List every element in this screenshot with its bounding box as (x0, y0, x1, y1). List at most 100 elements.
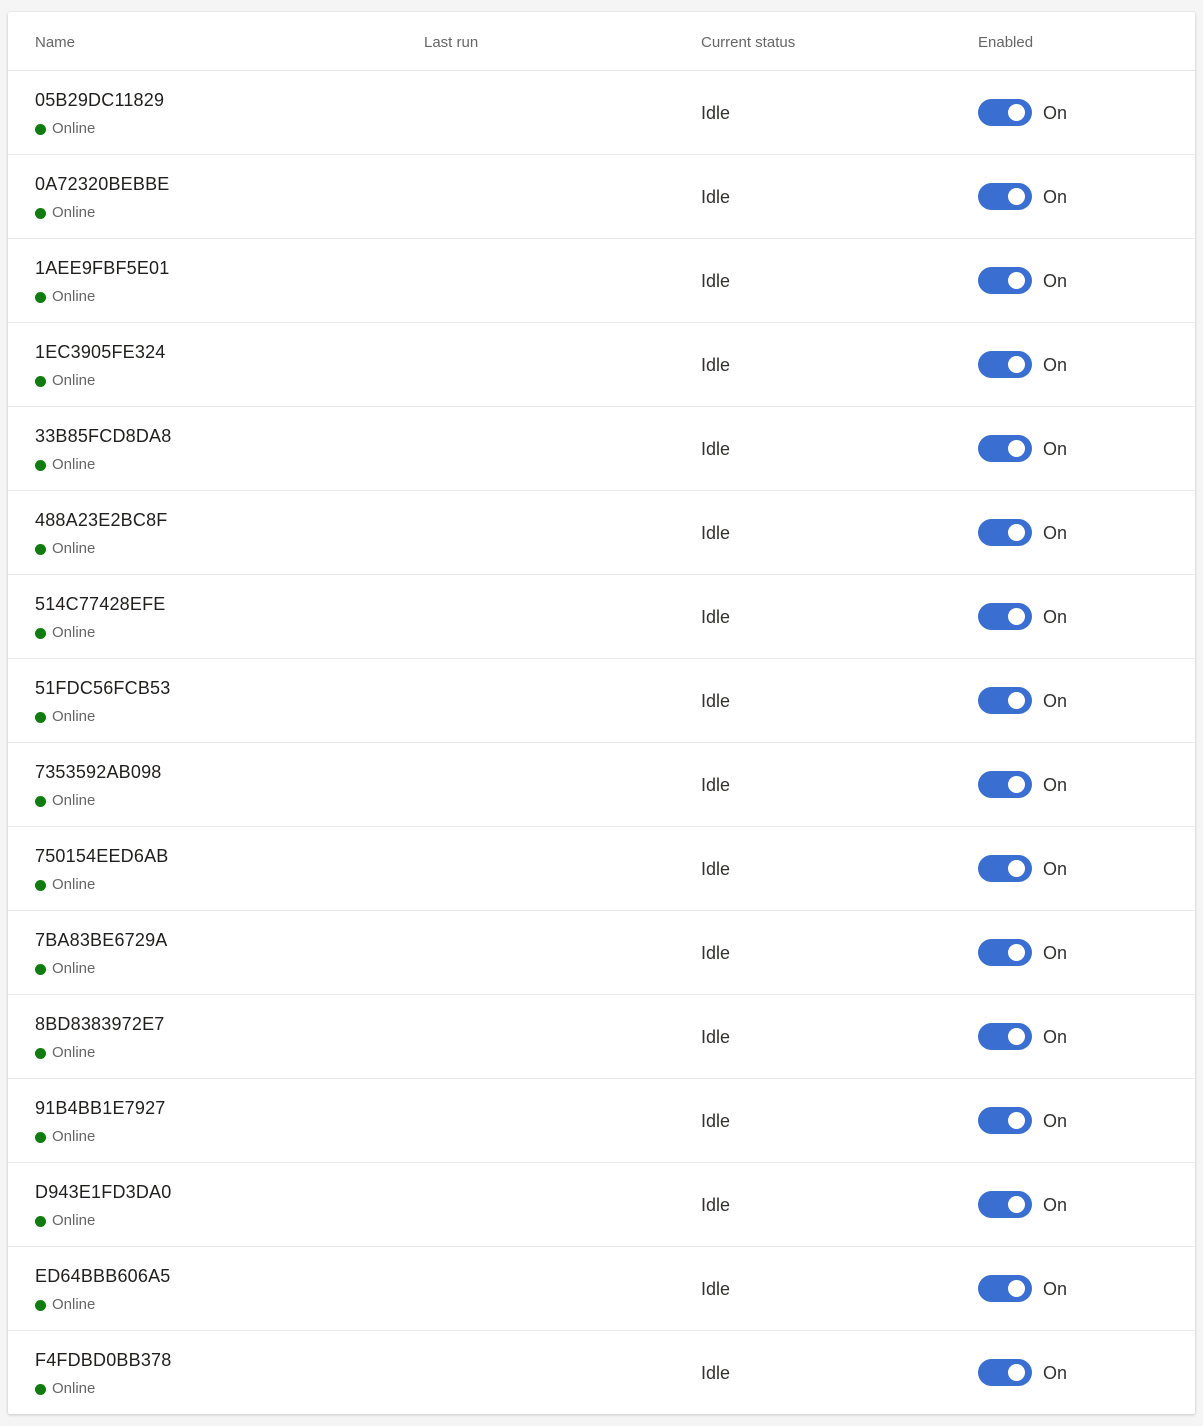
enabled-toggle[interactable]: On (978, 1191, 1067, 1218)
agent-name[interactable]: 05B29DC11829 (35, 89, 164, 111)
enabled-toggle-label: On (1043, 438, 1068, 459)
enabled-toggle[interactable]: On (978, 855, 1067, 882)
table-row[interactable]: D943E1FD3DA0 Online Idle On (8, 1163, 1195, 1247)
column-header-enabled[interactable]: Enabled (978, 34, 1033, 52)
agent-name[interactable]: 91B4BB1E7927 (35, 1097, 166, 1119)
table-row[interactable]: 1EC3905FE324 Online Idle On (8, 323, 1195, 407)
agent-name[interactable]: ED64BBB606A5 (35, 1265, 171, 1287)
enabled-toggle-label: On (1043, 1110, 1068, 1131)
table-row[interactable]: 91B4BB1E7927 Online Idle On (8, 1079, 1195, 1163)
enabled-toggle-label: On (1043, 606, 1068, 627)
enabled-toggle-label: On (1043, 690, 1068, 711)
connection-status: Online (35, 876, 95, 894)
toggle-knob-icon (1008, 1196, 1025, 1213)
enabled-toggle[interactable]: On (978, 267, 1067, 294)
table-row[interactable]: 51FDC56FCB53 Online Idle On (8, 659, 1195, 743)
enabled-toggle[interactable]: On (978, 1107, 1067, 1134)
online-status-dot-icon (35, 123, 46, 135)
column-header-current-status[interactable]: Current status (701, 34, 795, 52)
agent-name[interactable]: 488A23E2BC8F (35, 509, 168, 531)
enabled-toggle[interactable]: On (978, 99, 1067, 126)
agent-name[interactable]: 33B85FCD8DA8 (35, 425, 171, 447)
table-body: 05B29DC11829 Online Idle On 0A72320BEBBE… (8, 71, 1195, 1414)
agent-name[interactable]: 8BD8383972E7 (35, 1013, 165, 1035)
column-header-last-run[interactable]: Last run (424, 34, 478, 52)
toggle-switch[interactable] (978, 1107, 1032, 1134)
toggle-switch[interactable] (978, 99, 1032, 126)
toggle-switch[interactable] (978, 771, 1032, 798)
toggle-switch[interactable] (978, 1359, 1032, 1386)
toggle-switch[interactable] (978, 351, 1032, 378)
enabled-toggle[interactable]: On (978, 603, 1067, 630)
online-status-dot-icon (35, 711, 46, 723)
connection-status: Online (35, 1128, 95, 1146)
enabled-toggle[interactable]: On (978, 939, 1067, 966)
enabled-toggle[interactable]: On (978, 435, 1067, 462)
table-row[interactable]: ED64BBB606A5 Online Idle On (8, 1247, 1195, 1331)
enabled-toggle[interactable]: On (978, 1023, 1067, 1050)
agent-name[interactable]: D943E1FD3DA0 (35, 1181, 171, 1203)
agent-name[interactable]: 7BA83BE6729A (35, 929, 168, 951)
online-status-dot-icon (35, 795, 46, 807)
table-row[interactable]: 0A72320BEBBE Online Idle On (8, 155, 1195, 239)
toggle-switch[interactable] (978, 603, 1032, 630)
table-row[interactable]: F4FDBD0BB378 Online Idle On (8, 1331, 1195, 1414)
agent-name[interactable]: 514C77428EFE (35, 593, 166, 615)
toggle-switch[interactable] (978, 519, 1032, 546)
toggle-switch[interactable] (978, 1023, 1032, 1050)
connection-status-label: Online (52, 540, 96, 557)
online-status-dot-icon (35, 1131, 46, 1143)
agent-name[interactable]: 0A72320BEBBE (35, 173, 170, 195)
enabled-toggle-label: On (1043, 270, 1068, 291)
online-status-dot-icon (35, 627, 46, 639)
enabled-toggle[interactable]: On (978, 183, 1067, 210)
table-row[interactable]: 7353592AB098 Online Idle On (8, 743, 1195, 827)
toggle-switch[interactable] (978, 855, 1032, 882)
online-status-dot-icon (35, 291, 46, 303)
connection-status: Online (35, 1044, 95, 1062)
toggle-switch[interactable] (978, 1191, 1032, 1218)
enabled-toggle[interactable]: On (978, 519, 1067, 546)
enabled-toggle[interactable]: On (978, 351, 1067, 378)
connection-status: Online (35, 1380, 95, 1398)
toggle-knob-icon (1008, 104, 1025, 121)
table-row[interactable]: 05B29DC11829 Online Idle On (8, 71, 1195, 155)
toggle-switch[interactable] (978, 267, 1032, 294)
agent-name[interactable]: F4FDBD0BB378 (35, 1349, 171, 1371)
current-status: Idle (701, 775, 731, 795)
toggle-knob-icon (1008, 524, 1025, 541)
toggle-switch[interactable] (978, 1275, 1032, 1302)
table-row[interactable]: 750154EED6AB Online Idle On (8, 827, 1195, 911)
toggle-switch[interactable] (978, 687, 1032, 714)
table-row[interactable]: 1AEE9FBF5E01 Online Idle On (8, 239, 1195, 323)
agent-name[interactable]: 1AEE9FBF5E01 (35, 257, 169, 279)
table-row[interactable]: 514C77428EFE Online Idle On (8, 575, 1195, 659)
connection-status-label: Online (52, 1380, 96, 1397)
agent-name[interactable]: 750154EED6AB (35, 845, 169, 867)
enabled-toggle-label: On (1043, 522, 1068, 543)
enabled-toggle[interactable]: On (978, 1275, 1067, 1302)
table-row[interactable]: 33B85FCD8DA8 Online Idle On (8, 407, 1195, 491)
toggle-knob-icon (1008, 1112, 1025, 1129)
enabled-toggle-label: On (1043, 942, 1068, 963)
enabled-toggle[interactable]: On (978, 771, 1067, 798)
current-status: Idle (701, 1111, 731, 1131)
online-status-dot-icon (35, 207, 46, 219)
enabled-toggle-label: On (1043, 102, 1068, 123)
connection-status: Online (35, 204, 95, 222)
connection-status: Online (35, 624, 95, 642)
toggle-switch[interactable] (978, 183, 1032, 210)
toggle-switch[interactable] (978, 435, 1032, 462)
enabled-toggle[interactable]: On (978, 687, 1067, 714)
enabled-toggle-label: On (1043, 1362, 1068, 1383)
toggle-switch[interactable] (978, 939, 1032, 966)
agent-name[interactable]: 51FDC56FCB53 (35, 677, 170, 699)
table-row[interactable]: 8BD8383972E7 Online Idle On (8, 995, 1195, 1079)
agent-name[interactable]: 1EC3905FE324 (35, 341, 166, 363)
connection-status-label: Online (52, 792, 96, 809)
table-row[interactable]: 488A23E2BC8F Online Idle On (8, 491, 1195, 575)
table-row[interactable]: 7BA83BE6729A Online Idle On (8, 911, 1195, 995)
column-header-name[interactable]: Name (35, 34, 75, 52)
enabled-toggle[interactable]: On (978, 1359, 1067, 1386)
agent-name[interactable]: 7353592AB098 (35, 761, 162, 783)
